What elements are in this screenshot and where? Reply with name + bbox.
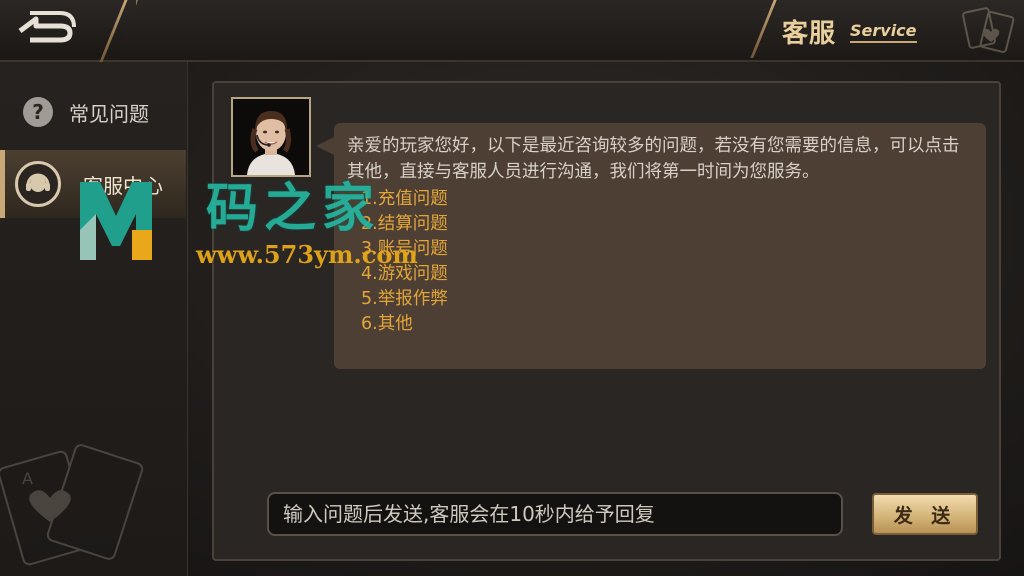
playing-cards-icon [962,7,1015,53]
message-input[interactable] [267,492,843,536]
back-arrow-icon [18,11,76,43]
page-title: 客服 [782,19,837,49]
faq-list: 1.充值问题 2.结算问题 3.账号问题 4.游戏问题 5.举报作弊 6.其他 [361,187,972,337]
faq-link-report-cheating[interactable]: 5.举报作弊 [361,287,972,312]
sidebar: ? 常见问题 客服中心 A [0,62,188,576]
svg-text:A: A [22,469,33,488]
faq-link-game[interactable]: 4.游戏问题 [361,262,972,287]
sidebar-item-label: 常见问题 [69,101,149,126]
watermark-url: www.573ym.com [196,240,418,269]
watermark-logo [80,182,152,260]
agent-message-bubble: 亲爱的玩家您好，以下是最近咨询较多的问题，若没有您需要的信息，可以点击其他，直接… [316,123,986,369]
question-icon: ? [23,97,53,127]
faq-link-recharge[interactable]: 1.充值问题 [361,187,972,212]
send-button[interactable]: 发 送 [872,493,978,535]
faq-link-other[interactable]: 6.其他 [361,312,972,337]
watermark-text: 码之家 [206,178,381,239]
headset-icon [15,161,61,207]
faq-link-account[interactable]: 3.账号问题 [361,237,972,262]
intro-message: 亲爱的玩家您好，以下是最近咨询较多的问题，若没有您需要的信息，可以点击其他，直接… [347,136,960,182]
back-button[interactable] [0,0,138,58]
faq-link-settlement[interactable]: 2.结算问题 [361,212,972,237]
sidebar-item-faq[interactable]: ? 常见问题 [0,78,186,146]
playing-cards-decoration: A [0,444,144,566]
page-subtitle: Service [850,21,917,43]
agent-avatar [231,97,311,177]
chat-panel: 亲爱的玩家您好，以下是最近咨询较多的问题，若没有您需要的信息，可以点击其他，直接… [212,81,1001,561]
top-bar: 客服 Service [0,0,1024,62]
